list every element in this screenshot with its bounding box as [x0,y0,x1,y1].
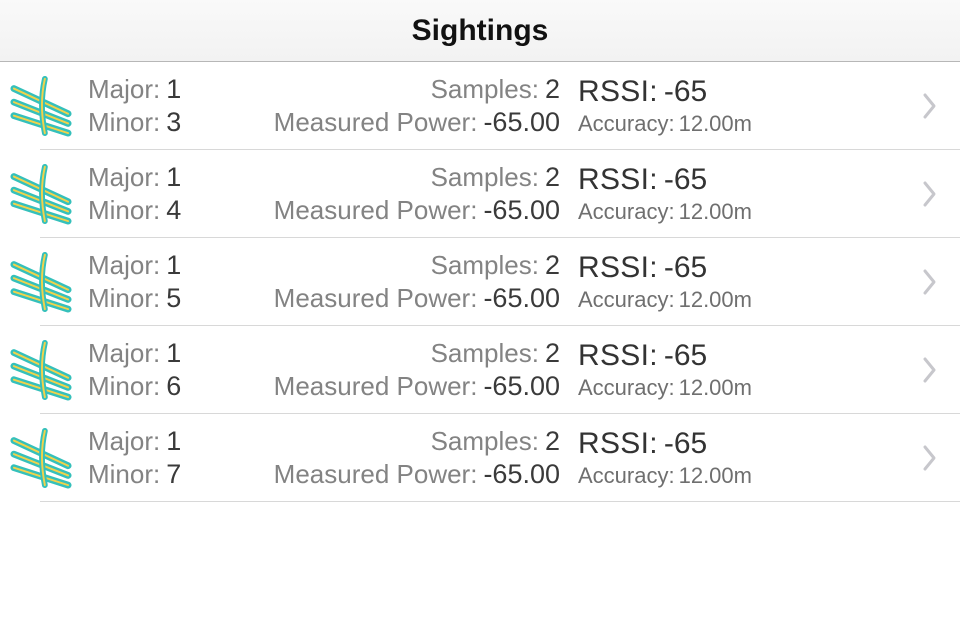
measured-power-label: Measured Power: [274,195,478,226]
list-item[interactable]: Major:1 Minor:7 Samples:2 Measured Power… [0,414,960,502]
samples-label: Samples: [431,74,539,105]
major-value: 1 [166,338,181,369]
samples-value: 2 [545,162,560,193]
measured-power-value: -65.00 [483,195,560,226]
beacon-icon [10,339,88,401]
major-value: 1 [166,426,181,457]
minor-value: 3 [166,107,181,138]
major-value: 1 [166,250,181,281]
list-item[interactable]: Major:1 Minor:3 Samples:2 Measured Power… [0,62,960,150]
list-item[interactable]: Major:1 Minor:6 Samples:2 Measured Power… [0,326,960,414]
measured-power-value: -65.00 [483,459,560,490]
samples-value: 2 [545,338,560,369]
samples-label: Samples: [431,250,539,281]
minor-label: Minor: [88,195,160,226]
accuracy-value: 12.00m [679,199,752,225]
minor-label: Minor: [88,459,160,490]
major-value: 1 [166,74,181,105]
accuracy-label: Accuracy: [578,111,675,137]
accuracy-value: 12.00m [679,111,752,137]
minor-label: Minor: [88,107,160,138]
rssi-value: -65 [664,251,707,285]
beacon-icon [10,427,88,489]
navbar: Sightings [0,0,960,62]
major-label: Major: [88,426,160,457]
measured-power-value: -65.00 [483,283,560,314]
accuracy-label: Accuracy: [578,199,675,225]
minor-value: 5 [166,283,181,314]
major-label: Major: [88,162,160,193]
sightings-list: Major:1 Minor:3 Samples:2 Measured Power… [0,62,960,502]
accuracy-label: Accuracy: [578,287,675,313]
chevron-right-icon [918,92,942,120]
page-title: Sightings [412,14,549,48]
chevron-right-icon [918,444,942,472]
divider [40,501,960,502]
samples-value: 2 [545,74,560,105]
list-item[interactable]: Major:1 Minor:5 Samples:2 Measured Power… [0,238,960,326]
rssi-value: -65 [664,427,707,461]
minor-value: 4 [166,195,181,226]
rssi-value: -65 [664,163,707,197]
measured-power-label: Measured Power: [274,459,478,490]
rssi-value: -65 [664,339,707,373]
samples-label: Samples: [431,162,539,193]
minor-value: 7 [166,459,181,490]
rssi-label: RSSI: [578,427,658,461]
samples-value: 2 [545,250,560,281]
major-label: Major: [88,338,160,369]
major-value: 1 [166,162,181,193]
beacon-icon [10,251,88,313]
minor-label: Minor: [88,371,160,402]
accuracy-label: Accuracy: [578,463,675,489]
measured-power-label: Measured Power: [274,107,478,138]
accuracy-value: 12.00m [679,375,752,401]
beacon-icon [10,75,88,137]
measured-power-label: Measured Power: [274,283,478,314]
samples-label: Samples: [431,338,539,369]
minor-value: 6 [166,371,181,402]
chevron-right-icon [918,180,942,208]
major-label: Major: [88,250,160,281]
measured-power-value: -65.00 [483,107,560,138]
list-item[interactable]: Major:1 Minor:4 Samples:2 Measured Power… [0,150,960,238]
measured-power-value: -65.00 [483,371,560,402]
accuracy-label: Accuracy: [578,375,675,401]
rssi-label: RSSI: [578,163,658,197]
measured-power-label: Measured Power: [274,371,478,402]
rssi-label: RSSI: [578,75,658,109]
rssi-label: RSSI: [578,251,658,285]
samples-label: Samples: [431,426,539,457]
major-label: Major: [88,74,160,105]
samples-value: 2 [545,426,560,457]
minor-label: Minor: [88,283,160,314]
accuracy-value: 12.00m [679,463,752,489]
accuracy-value: 12.00m [679,287,752,313]
rssi-label: RSSI: [578,339,658,373]
rssi-value: -65 [664,75,707,109]
chevron-right-icon [918,356,942,384]
chevron-right-icon [918,268,942,296]
beacon-icon [10,163,88,225]
